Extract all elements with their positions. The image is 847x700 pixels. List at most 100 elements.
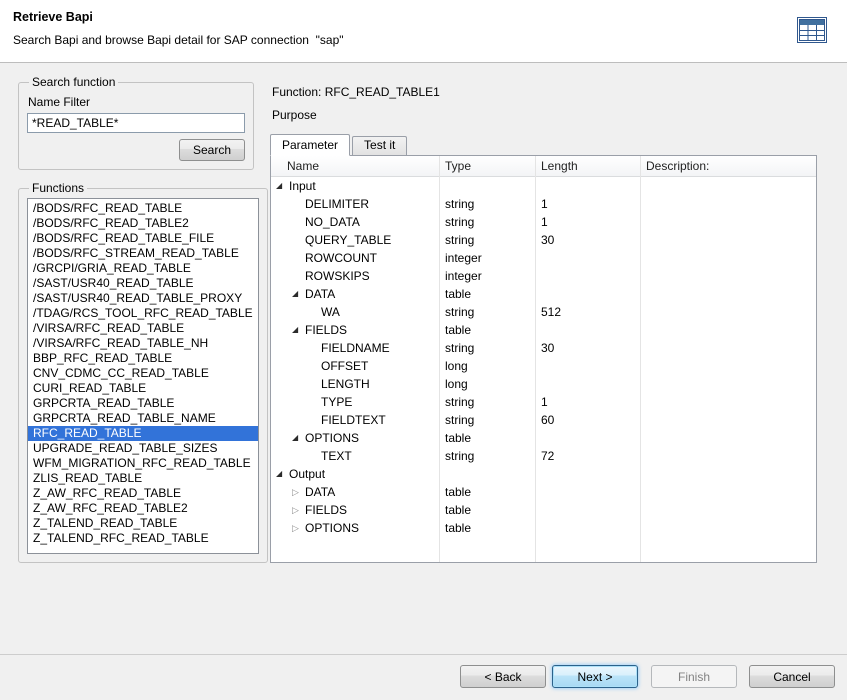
parameter-row[interactable]: FIELDTEXT string 60	[271, 411, 816, 429]
parameter-row[interactable]: ▷ DATA table	[271, 483, 816, 501]
cancel-button[interactable]: Cancel	[749, 665, 835, 688]
param-description-cell	[640, 357, 816, 375]
param-description-cell	[640, 249, 816, 267]
back-button[interactable]: < Back	[460, 665, 546, 688]
parameter-row[interactable]: NO_DATA string 1	[271, 213, 816, 231]
param-name-cell: FIELDNAME	[271, 339, 439, 357]
tree-expander-icon[interactable]: ◢	[276, 465, 289, 483]
function-list-item[interactable]: Z_TALEND_RFC_READ_TABLE	[28, 531, 258, 546]
name-filter-input[interactable]	[27, 113, 245, 133]
wizard-content: Search function Name Filter Search Funct…	[0, 63, 847, 563]
param-description-cell	[640, 411, 816, 429]
tree-expander-icon[interactable]: ▷	[292, 483, 305, 501]
param-name-text: DATA	[305, 483, 335, 501]
parameter-row[interactable]: ▷ FIELDS table	[271, 501, 816, 519]
parameter-row[interactable]: ▷ OPTIONS table	[271, 519, 816, 537]
param-type-cell: table	[439, 519, 535, 537]
param-length-cell	[535, 177, 640, 195]
parameter-row[interactable]: TEXT string 72	[271, 447, 816, 465]
parameter-row[interactable]: DELIMITER string 1	[271, 195, 816, 213]
function-list-item[interactable]: RFC_READ_TABLE	[28, 426, 258, 441]
parameter-row[interactable]: WA string 512	[271, 303, 816, 321]
function-list-item[interactable]: /SAST/USR40_READ_TABLE_PROXY	[28, 291, 258, 306]
parameter-row[interactable]: ◢ OPTIONS table	[271, 429, 816, 447]
function-list-item[interactable]: /GRCPI/GRIA_READ_TABLE	[28, 261, 258, 276]
function-list-item[interactable]: Z_AW_RFC_READ_TABLE2	[28, 501, 258, 516]
param-length-cell	[535, 375, 640, 393]
param-name-text: LENGTH	[321, 375, 370, 393]
parameter-row[interactable]: ◢ DATA table	[271, 285, 816, 303]
tree-expander-icon[interactable]: ▷	[292, 501, 305, 519]
param-name-text: FIELDS	[305, 501, 347, 519]
param-type-cell: string	[439, 339, 535, 357]
tree-expander-icon[interactable]: ◢	[292, 321, 305, 339]
function-list-item[interactable]: CNV_CDMC_CC_READ_TABLE	[28, 366, 258, 381]
tree-expander-icon[interactable]: ◢	[292, 429, 305, 447]
function-list-item[interactable]: /SAST/USR40_READ_TABLE	[28, 276, 258, 291]
param-description-cell	[640, 231, 816, 249]
parameter-row[interactable]: LENGTH long	[271, 375, 816, 393]
function-list-item[interactable]: Z_TALEND_READ_TABLE	[28, 516, 258, 531]
param-length-cell	[535, 483, 640, 501]
param-name-cell: ◢ Input	[271, 177, 439, 195]
detail-tabs: Parameter Test it	[270, 132, 817, 155]
parameter-row[interactable]: OFFSET long	[271, 357, 816, 375]
function-list-item[interactable]: /BODS/RFC_READ_TABLE	[28, 201, 258, 216]
function-list-item[interactable]: GRPCRTA_READ_TABLE_NAME	[28, 411, 258, 426]
function-list-item[interactable]: /BODS/RFC_READ_TABLE2	[28, 216, 258, 231]
param-length-cell: 60	[535, 411, 640, 429]
param-name-cell: ◢ FIELDS	[271, 321, 439, 339]
param-description-cell	[640, 321, 816, 339]
param-type-cell: integer	[439, 267, 535, 285]
function-list-item[interactable]: /VIRSA/RFC_READ_TABLE_NH	[28, 336, 258, 351]
param-type-cell: table	[439, 285, 535, 303]
param-name-text: Output	[289, 465, 325, 483]
tab-test-it[interactable]: Test it	[352, 136, 407, 155]
parameter-row[interactable]: ◢ FIELDS table	[271, 321, 816, 339]
param-name-text: OFFSET	[321, 357, 368, 375]
parameter-row[interactable]: ◢ Output	[271, 465, 816, 483]
parameter-row[interactable]: FIELDNAME string 30	[271, 339, 816, 357]
function-list-item[interactable]: Z_AW_RFC_READ_TABLE	[28, 486, 258, 501]
functions-group-label: Functions	[29, 181, 87, 195]
function-list-item[interactable]: /TDAG/RCS_TOOL_RFC_READ_TABLE	[28, 306, 258, 321]
tab-parameter[interactable]: Parameter	[270, 134, 350, 156]
param-name-text: DELIMITER	[305, 195, 369, 213]
param-description-cell	[640, 285, 816, 303]
functions-list[interactable]: /BODS/RFC_READ_TABLE/BODS/RFC_READ_TABLE…	[27, 198, 259, 554]
parameter-row[interactable]: TYPE string 1	[271, 393, 816, 411]
parameter-row[interactable]: QUERY_TABLE string 30	[271, 231, 816, 249]
param-description-cell	[640, 177, 816, 195]
param-description-cell	[640, 465, 816, 483]
param-name-text: WA	[321, 303, 340, 321]
function-list-item[interactable]: WFM_MIGRATION_RFC_READ_TABLE	[28, 456, 258, 471]
function-list-item[interactable]: /VIRSA/RFC_READ_TABLE	[28, 321, 258, 336]
param-name-cell: NO_DATA	[271, 213, 439, 231]
next-button[interactable]: Next >	[552, 665, 638, 688]
param-description-cell	[640, 501, 816, 519]
search-button[interactable]: Search	[179, 139, 245, 161]
param-name-text: Input	[289, 177, 316, 195]
tree-expander-icon[interactable]: ▷	[292, 519, 305, 537]
param-description-cell	[640, 339, 816, 357]
param-name-text: ROWCOUNT	[305, 249, 377, 267]
function-list-item[interactable]: /BODS/RFC_READ_TABLE_FILE	[28, 231, 258, 246]
param-description-cell	[640, 267, 816, 285]
param-type-cell: table	[439, 501, 535, 519]
function-list-item[interactable]: GRPCRTA_READ_TABLE	[28, 396, 258, 411]
param-name-cell: ROWCOUNT	[271, 249, 439, 267]
param-name-cell: QUERY_TABLE	[271, 231, 439, 249]
function-list-item[interactable]: CURI_READ_TABLE	[28, 381, 258, 396]
function-list-item[interactable]: /BODS/RFC_STREAM_READ_TABLE	[28, 246, 258, 261]
function-list-item[interactable]: ZLIS_READ_TABLE	[28, 471, 258, 486]
function-list-item[interactable]: UPGRADE_READ_TABLE_SIZES	[28, 441, 258, 456]
tree-expander-icon[interactable]: ◢	[276, 177, 289, 195]
param-name-text: FIELDS	[305, 321, 347, 339]
function-list-item[interactable]: BBP_RFC_READ_TABLE	[28, 351, 258, 366]
param-length-cell: 512	[535, 303, 640, 321]
parameter-row[interactable]: ROWCOUNT integer	[271, 249, 816, 267]
parameter-row[interactable]: ◢ Input	[271, 177, 816, 195]
param-name-text: TYPE	[321, 393, 352, 411]
parameter-row[interactable]: ROWSKIPS integer	[271, 267, 816, 285]
tree-expander-icon[interactable]: ◢	[292, 285, 305, 303]
